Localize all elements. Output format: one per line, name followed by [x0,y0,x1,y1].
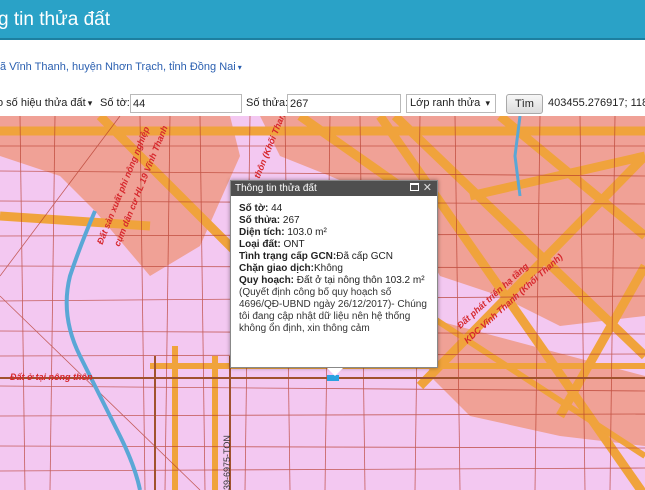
info-value: 44 [268,203,283,214]
layer-select[interactable]: Lớp ranh thửa ▾ [406,94,496,113]
info-value: ONT [280,239,305,250]
search-button[interactable]: Tìm [506,94,543,114]
close-icon[interactable]: ✕ [423,181,432,194]
info-row: Diện tích: 103.0 m² [239,227,429,239]
parcel-info-popup: Thông tin thửa đất ✕ Số tờ: 44 Số thửa: … [230,180,438,376]
info-value: 267 [280,215,300,226]
info-value: Đất ở tại nông thôn 103.2 m² [294,275,425,286]
chevron-down-icon: ▾ [237,63,242,72]
popup-titlebar[interactable]: Thông tin thửa đất ✕ [231,181,437,196]
info-label: Diện tích: [239,227,285,238]
info-label: Số tờ: [239,203,269,214]
info-value: 103.0 m² [284,227,327,238]
info-row: Quy hoạch: Đất ở tại nông thôn 103.2 m² [239,275,429,287]
coordinate-readout: 403455.276917; 118 [548,97,645,109]
maximize-icon[interactable] [410,183,419,191]
page-title: g tin thửa đất [0,9,111,30]
road-code-label: 39-6975-TON [222,435,232,490]
info-row: Số thửa: 267 [239,215,429,227]
popup-pointer [327,368,343,376]
app-header: g tin thửa đất [0,0,645,40]
info-label: Quy hoạch: [239,275,295,286]
search-mode-select[interactable]: o số hiệu thửa đất ▾ [0,97,92,109]
info-label: Tình trạng cấp GCN: [239,251,337,262]
layer-select-label: Lớp ranh thửa [410,97,481,109]
info-row: Số tờ: 44 [239,203,429,215]
location-dropdown[interactable]: ã Vĩnh Thanh, huyện Nhơn Trạch, tỉnh Đồn… [0,61,242,73]
land-use-label: Đất ở tại nông thôn [10,372,93,382]
search-toolbar: o số hiệu thửa đất▾ Số tờ: Số thửa: Lớp … [0,94,645,114]
location-label: ã Vĩnh Thanh, huyện Nhơn Trạch, tỉnh Đồn… [0,61,236,73]
info-row: Tình trạng cấp GCN:Đã cấp GCN [239,251,429,263]
info-value: Không [314,263,343,274]
info-label: Số thửa: [239,215,281,226]
water-channel [64,210,142,490]
info-label: Chặn giao dịch: [239,263,314,274]
info-row: Chặn giao dịch:Không [239,263,429,275]
info-value: Đã cấp GCN [336,251,393,262]
chevron-down-icon: ▾ [485,98,490,108]
popup-title: Thông tin thửa đất [235,183,317,194]
so-to-input[interactable] [130,94,242,113]
so-to-label: Số tờ: [100,97,130,109]
info-row: Loại đất: ONT [239,239,429,251]
so-thua-input[interactable] [287,94,401,113]
chevron-down-icon: ▾ [87,98,93,108]
info-label: Loại đất: [239,239,281,250]
so-thua-label: Số thửa: [246,97,289,109]
planning-note: (Quyết định công bố quy hoạch số 4696/QĐ… [239,287,427,334]
search-mode-label: o số hiệu thửa đất [0,97,86,109]
popup-body: Số tờ: 44 Số thửa: 267 Diện tích: 103.0 … [239,203,429,335]
